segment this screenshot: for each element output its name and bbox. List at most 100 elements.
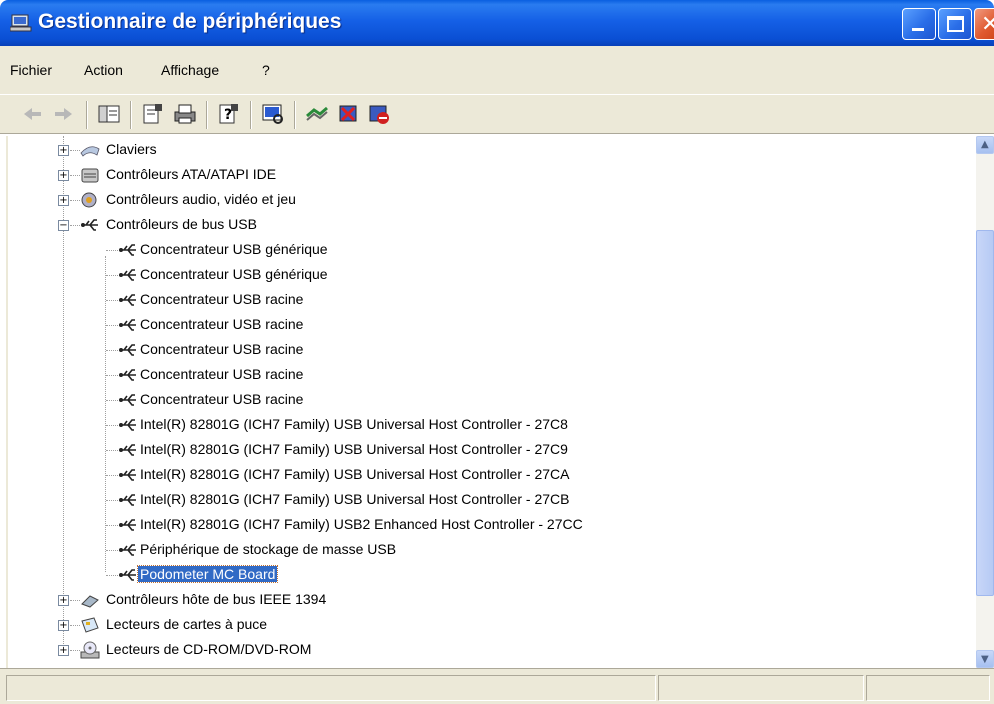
- tree-node-label: Intel(R) 82801G (ICH7 Family) USB Univer…: [140, 441, 568, 457]
- tree-node-label: Périphérique de stockage de masse USB: [140, 541, 397, 557]
- tree-node-usb-controllers[interactable]: − Contrôleurs de bus USB: [8, 213, 968, 238]
- toolbar: ?: [0, 94, 994, 134]
- expand-toggle[interactable]: +: [58, 195, 69, 206]
- status-bar: [0, 668, 994, 704]
- usb-icon: [119, 569, 136, 581]
- usb-icon: [119, 419, 136, 431]
- close-button[interactable]: ✕: [974, 8, 994, 40]
- back-arrow-icon[interactable]: [20, 102, 46, 126]
- tree-node-ieee1394[interactable]: + Contrôleurs hôte de bus IEEE 1394: [8, 588, 968, 613]
- properties-icon[interactable]: [140, 102, 166, 126]
- tree-node-ata-atapi[interactable]: + Contrôleurs ATA/ATAPI IDE: [8, 163, 968, 188]
- usb-device-item[interactable]: Concentrateur USB racine: [8, 388, 968, 413]
- usb-icon: [119, 344, 136, 356]
- status-pane-3: [866, 675, 990, 701]
- menu-bar: Fichier Action Affichage ?: [0, 46, 994, 94]
- computer-icon: [10, 14, 32, 32]
- usb-icon: [119, 469, 136, 481]
- usb-device-item[interactable]: Intel(R) 82801G (ICH7 Family) USB Univer…: [8, 438, 968, 463]
- ide-controller-icon: [81, 168, 99, 183]
- collapse-toggle[interactable]: −: [58, 220, 69, 231]
- update-driver-icon[interactable]: [304, 102, 330, 126]
- tree-node-label: Contrôleurs hôte de bus IEEE 1394: [106, 591, 327, 607]
- print-icon[interactable]: [172, 102, 198, 126]
- menu-affichage[interactable]: Affichage: [161, 62, 219, 78]
- tree-node-label: Lecteurs de CD-ROM/DVD-ROM: [106, 641, 312, 657]
- usb-icon: [119, 319, 136, 331]
- usb-icon: [119, 394, 136, 406]
- expand-toggle[interactable]: +: [58, 645, 69, 656]
- tree-node-audio-video[interactable]: + Contrôleurs audio, vidéo et jeu: [8, 188, 968, 213]
- tree-node-label: Concentrateur USB racine: [140, 391, 304, 407]
- help-icon[interactable]: ?: [216, 102, 242, 126]
- scroll-up-button[interactable]: ▲: [976, 136, 994, 154]
- usb-icon: [119, 244, 136, 256]
- usb-device-item[interactable]: Concentrateur USB générique: [8, 263, 968, 288]
- audio-icon: [81, 192, 97, 208]
- usb-icon: [119, 444, 136, 456]
- chevron-down-icon: ▼: [981, 654, 989, 665]
- tree-node-label: Contrôleurs audio, vidéo et jeu: [106, 191, 296, 207]
- usb-device-item[interactable]: Concentrateur USB racine: [8, 363, 968, 388]
- usb-device-item[interactable]: Intel(R) 82801G (ICH7 Family) USB Univer…: [8, 488, 968, 513]
- title-bar[interactable]: Gestionnaire de périphériques ✕: [0, 0, 994, 46]
- expand-toggle[interactable]: +: [58, 620, 69, 631]
- forward-arrow-icon[interactable]: [50, 102, 76, 126]
- status-pane-2: [658, 675, 864, 701]
- tree-node-smartcard-readers[interactable]: + Lecteurs de cartes à puce: [8, 613, 968, 638]
- usb-device-item[interactable]: Concentrateur USB racine: [8, 313, 968, 338]
- usb-device-item[interactable]: Concentrateur USB générique: [8, 238, 968, 263]
- usb-device-item[interactable]: Intel(R) 82801G (ICH7 Family) USB Univer…: [8, 463, 968, 488]
- usb-icon: [119, 544, 136, 556]
- tree-node-label: Contrôleurs de bus USB: [106, 216, 257, 232]
- usb-icon: [119, 519, 136, 531]
- tree-node-label: Concentrateur USB générique: [140, 241, 328, 257]
- close-icon: ✕: [981, 11, 994, 36]
- usb-icon: [119, 494, 136, 506]
- uninstall-icon[interactable]: [336, 102, 362, 126]
- disable-icon[interactable]: [366, 102, 392, 126]
- ieee1394-icon: [81, 595, 99, 608]
- tree-node-label: Intel(R) 82801G (ICH7 Family) USB Univer…: [140, 491, 570, 507]
- usb-icon: [119, 294, 136, 306]
- device-tree[interactable]: + Claviers + Contrôleurs ATA/ATAPI IDE +…: [6, 136, 976, 668]
- usb-device-item[interactable]: Intel(R) 82801G (ICH7 Family) USB2 Enhan…: [8, 513, 968, 538]
- tree-node-label: Lecteurs de cartes à puce: [106, 616, 268, 632]
- tree-node-label: Intel(R) 82801G (ICH7 Family) USB Univer…: [140, 466, 570, 482]
- tree-node-claviers[interactable]: + Claviers: [8, 138, 968, 163]
- tree-node-cdrom[interactable]: + Lecteurs de CD-ROM/DVD-ROM: [8, 638, 968, 663]
- scroll-down-button[interactable]: ▼: [976, 650, 994, 668]
- tree-node-label: Concentrateur USB racine: [140, 316, 304, 332]
- usb-icon: [119, 269, 136, 281]
- scroll-thumb[interactable]: [976, 230, 994, 596]
- usb-device-item[interactable]: Périphérique de stockage de masse USB: [8, 538, 968, 563]
- expand-toggle[interactable]: +: [58, 595, 69, 606]
- expand-toggle[interactable]: +: [58, 170, 69, 181]
- window-title: Gestionnaire de périphériques: [38, 10, 342, 33]
- menu-action[interactable]: Action: [84, 62, 123, 78]
- menu-help[interactable]: ?: [262, 62, 270, 78]
- tree-node-label: Intel(R) 82801G (ICH7 Family) USB Univer…: [140, 416, 568, 432]
- smartcard-reader-icon: [81, 617, 99, 633]
- vertical-scrollbar[interactable]: ▲ ▼: [976, 136, 994, 668]
- maximize-button[interactable]: [938, 8, 972, 40]
- console-tree-icon[interactable]: [96, 102, 122, 126]
- usb-icon: [81, 219, 98, 231]
- tree-node-label: Intel(R) 82801G (ICH7 Family) USB2 Enhan…: [140, 516, 583, 532]
- menu-fichier[interactable]: Fichier: [10, 62, 52, 78]
- usb-device-item[interactable]: Podometer MC Board: [8, 563, 968, 588]
- tree-node-label: Concentrateur USB racine: [140, 291, 304, 307]
- minimize-button[interactable]: [902, 8, 936, 40]
- usb-device-item[interactable]: Intel(R) 82801G (ICH7 Family) USB Univer…: [8, 413, 968, 438]
- usb-device-item[interactable]: Concentrateur USB racine: [8, 338, 968, 363]
- status-pane-main: [6, 675, 656, 701]
- expand-toggle[interactable]: +: [58, 145, 69, 156]
- tree-node-label: Concentrateur USB générique: [140, 266, 328, 282]
- usb-icon: [119, 369, 136, 381]
- keyboard-icon: [80, 146, 100, 157]
- tree-node-label: Concentrateur USB racine: [140, 341, 304, 357]
- tree-node-label: Concentrateur USB racine: [140, 366, 304, 382]
- scan-hardware-icon[interactable]: [260, 102, 286, 126]
- tree-node-label: Podometer MC Board: [136, 565, 279, 583]
- usb-device-item[interactable]: Concentrateur USB racine: [8, 288, 968, 313]
